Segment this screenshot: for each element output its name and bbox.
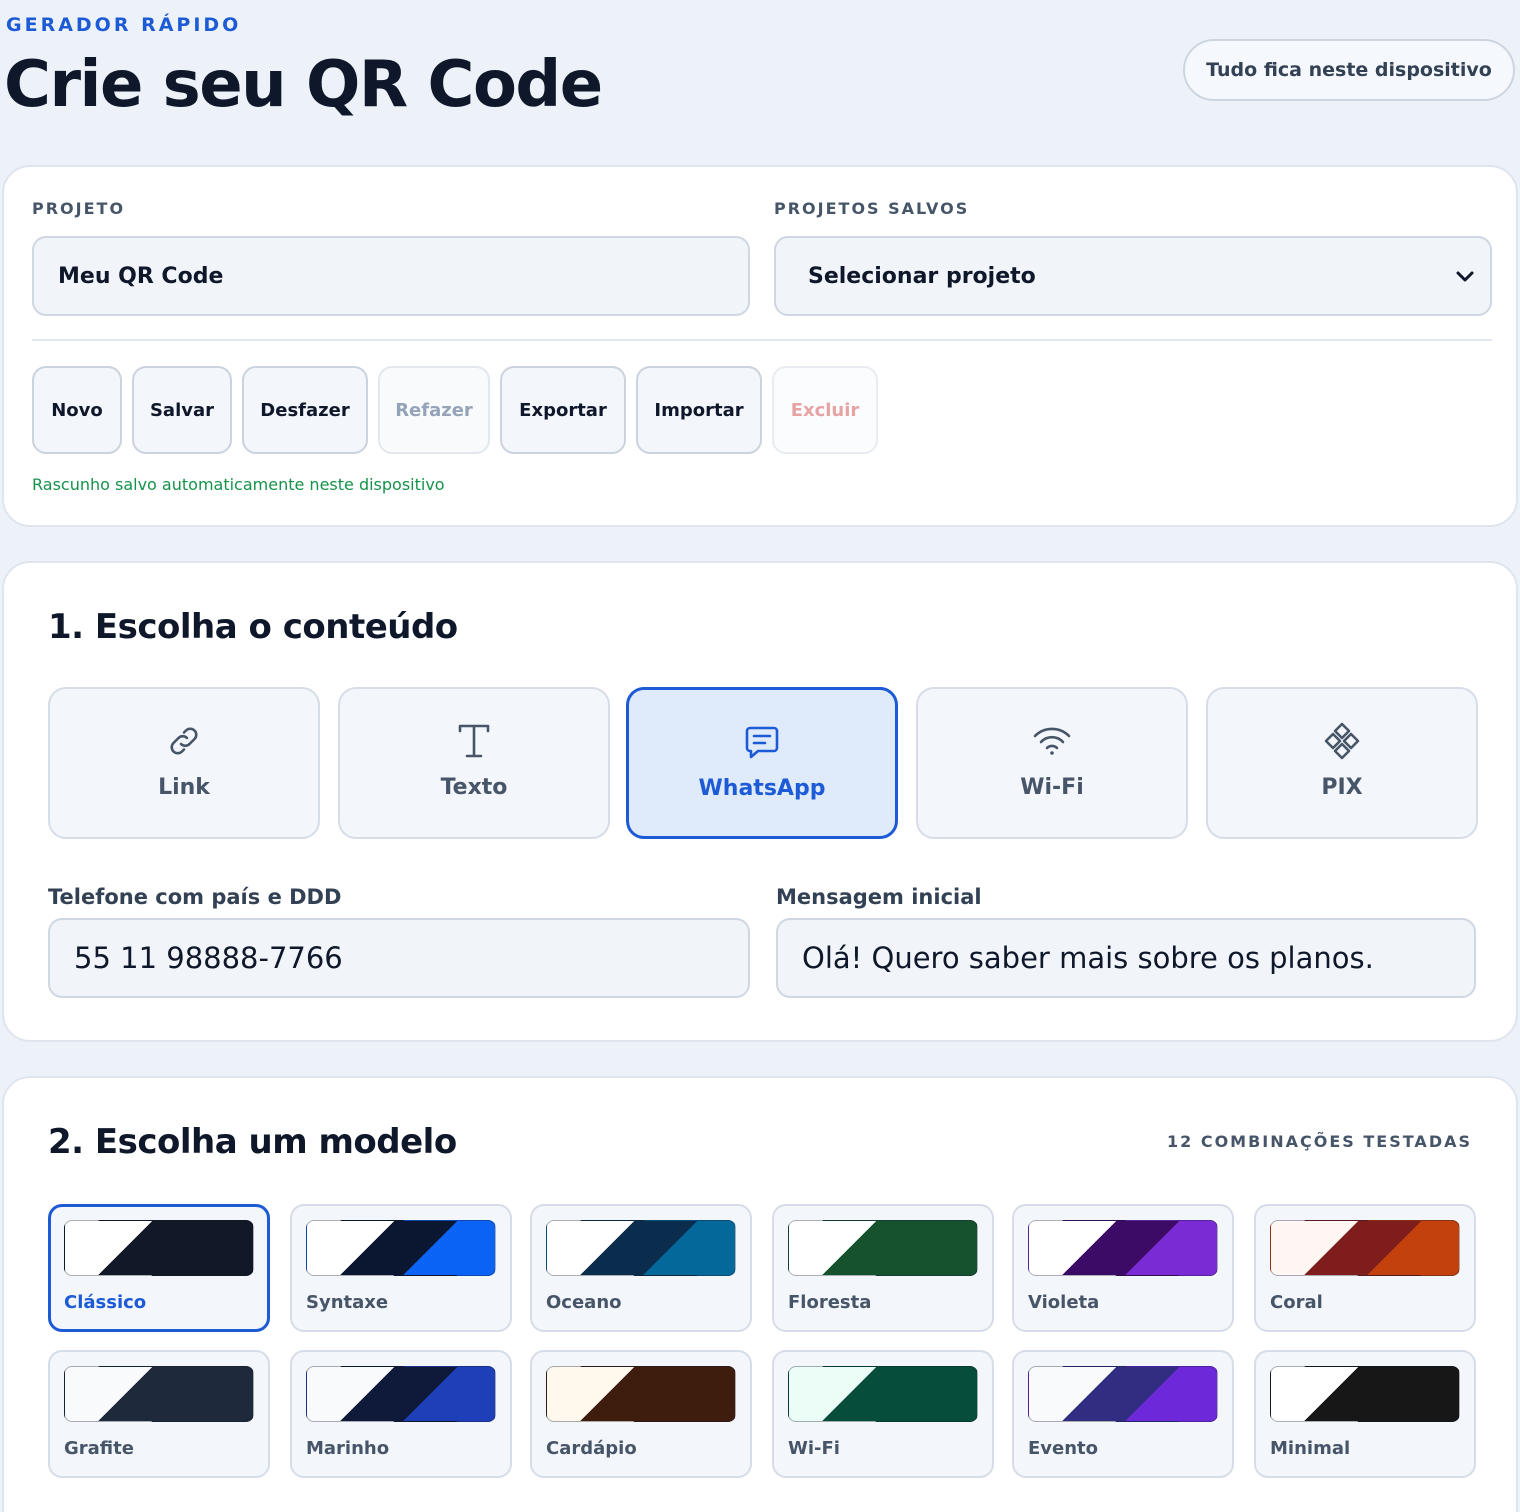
project-card: PROJETO Meu QR Code PROJETOS SALVOS Sele… — [2, 165, 1518, 527]
type-label: Wi-Fi — [1020, 775, 1084, 800]
model-swatch — [546, 1366, 736, 1422]
type-label: WhatsApp — [698, 776, 826, 801]
draft-status: Rascunho salvo automaticamente neste dis… — [32, 475, 445, 494]
model-name: Wi-Fi — [788, 1438, 840, 1459]
model-tile[interactable]: Evento — [1012, 1350, 1234, 1478]
export-button[interactable]: Exportar — [500, 366, 626, 454]
model-swatch — [64, 1366, 254, 1422]
model-tile[interactable]: Minimal — [1254, 1350, 1476, 1478]
model-name: Marinho — [306, 1438, 390, 1459]
type-label: Link — [158, 775, 210, 800]
model-swatch — [1270, 1220, 1460, 1276]
phone-label: Telefone com país e DDD — [48, 885, 342, 909]
model-tile[interactable]: Grafite — [48, 1350, 270, 1478]
type-label: Texto — [440, 775, 508, 800]
project-name-input[interactable]: Meu QR Code — [32, 236, 750, 316]
chevron-down-icon — [1456, 271, 1474, 282]
divider — [32, 339, 1492, 341]
model-swatch — [306, 1220, 496, 1276]
model-swatch — [1270, 1366, 1460, 1422]
redo-button[interactable]: Refazer — [378, 366, 490, 454]
saved-projects-select[interactable]: Selecionar projeto — [774, 236, 1492, 316]
model-name: Evento — [1028, 1438, 1099, 1459]
model-card: 2. Escolha um modelo 12 COMBINAÇÕES TEST… — [2, 1076, 1518, 1512]
model-name: Oceano — [546, 1292, 622, 1313]
model-name: Minimal — [1270, 1438, 1351, 1459]
model-swatch — [1028, 1220, 1218, 1276]
import-button[interactable]: Importar — [636, 366, 762, 454]
eyebrow-label: GERADOR RÁPIDO — [6, 14, 242, 36]
type-label: PIX — [1321, 775, 1363, 800]
saved-projects-value: Selecionar projeto — [808, 263, 1036, 289]
model-count-label: 12 COMBINAÇÕES TESTADAS — [1167, 1132, 1472, 1151]
page-title: Crie seu QR Code — [4, 48, 603, 122]
text-icon — [458, 724, 490, 758]
model-swatch — [64, 1220, 254, 1276]
model-tile[interactable]: Clássico — [48, 1204, 270, 1332]
message-icon — [745, 726, 779, 759]
type-tile-wifi[interactable]: Wi-Fi — [916, 687, 1188, 839]
type-tile-whatsapp[interactable]: WhatsApp — [626, 687, 898, 839]
model-swatch — [306, 1366, 496, 1422]
model-swatch — [1028, 1366, 1218, 1422]
message-input[interactable]: Olá! Quero saber mais sobre os planos. — [776, 918, 1476, 998]
delete-button[interactable]: Excluir — [772, 366, 878, 454]
model-tile[interactable]: Cardápio — [530, 1350, 752, 1478]
new-button[interactable]: Novo — [32, 366, 122, 454]
message-label: Mensagem inicial — [776, 885, 982, 909]
model-swatch — [788, 1220, 978, 1276]
model-name: Violeta — [1028, 1292, 1100, 1313]
model-tile[interactable]: Marinho — [290, 1350, 512, 1478]
saved-projects-label: PROJETOS SALVOS — [774, 199, 970, 218]
pix-icon — [1324, 722, 1360, 760]
phone-input[interactable]: 55 11 98888-7766 — [48, 918, 750, 998]
model-name: Clássico — [64, 1292, 147, 1313]
content-section-title: 1. Escolha o conteúdo — [48, 607, 458, 647]
model-tile[interactable]: Oceano — [530, 1204, 752, 1332]
type-tile-pix[interactable]: PIX — [1206, 687, 1478, 839]
model-name: Cardápio — [546, 1438, 637, 1459]
model-tile[interactable]: Violeta — [1012, 1204, 1234, 1332]
save-button[interactable]: Salvar — [132, 366, 232, 454]
model-swatch — [788, 1366, 978, 1422]
model-tile[interactable]: Wi-Fi — [772, 1350, 994, 1478]
model-section-title: 2. Escolha um modelo — [48, 1122, 457, 1162]
type-tile-text[interactable]: Texto — [338, 687, 610, 839]
link-icon — [170, 727, 198, 755]
model-tile[interactable]: Syntaxe — [290, 1204, 512, 1332]
model-name: Syntaxe — [306, 1292, 389, 1313]
project-label: PROJETO — [32, 199, 126, 218]
privacy-badge: Tudo fica neste dispositivo — [1183, 39, 1515, 101]
model-name: Floresta — [788, 1292, 872, 1313]
content-card: 1. Escolha o conteúdo Link Texto WhatsAp… — [2, 561, 1518, 1042]
wifi-icon — [1033, 727, 1071, 755]
model-tile[interactable]: Floresta — [772, 1204, 994, 1332]
model-name: Coral — [1270, 1292, 1323, 1313]
model-tile[interactable]: Coral — [1254, 1204, 1476, 1332]
model-name: Grafite — [64, 1438, 134, 1459]
undo-button[interactable]: Desfazer — [242, 366, 368, 454]
type-tile-link[interactable]: Link — [48, 687, 320, 839]
model-swatch — [546, 1220, 736, 1276]
